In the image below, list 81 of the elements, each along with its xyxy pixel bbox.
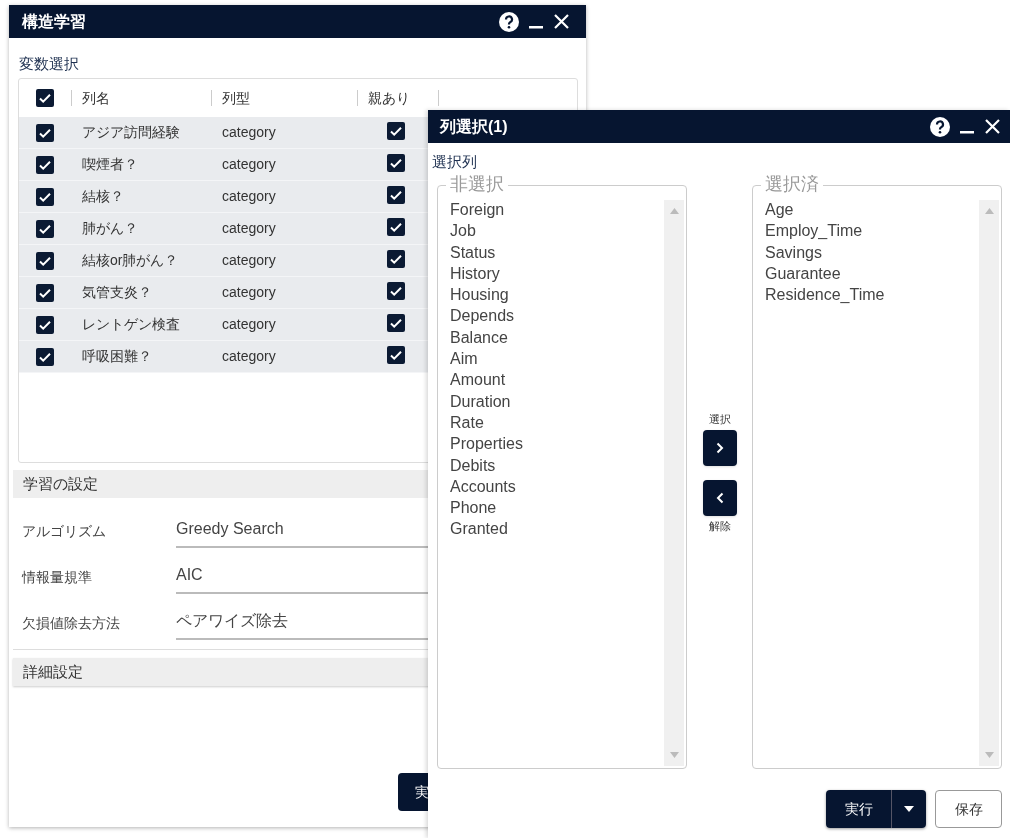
list-item[interactable]: Age [765,199,885,221]
checkbox[interactable] [36,251,54,270]
table-cell: category [222,348,276,364]
list-item[interactable]: Rate [450,411,523,434]
checkbox[interactable] [36,347,54,366]
checkbox[interactable] [36,283,54,302]
section-label: 変数選択 [19,54,79,74]
checkbox[interactable] [387,217,405,236]
table-cell: 結核？ [82,188,124,204]
table-cell: category [222,316,276,332]
run-button[interactable]: 実行 [826,790,891,828]
window-title: 列選択(1) [440,116,508,137]
list-item[interactable]: Residence_Time [765,284,885,306]
list-legend: 非選択 [446,174,508,194]
table-cell: 結核or肺がん？ [82,252,179,268]
checkbox[interactable] [36,123,54,142]
list-item[interactable]: Duration [450,390,523,412]
table-cell: レントゲン検査 [82,316,180,332]
table-cell: category [222,156,276,172]
list-legend: 選択済 [761,174,823,194]
checkbox[interactable] [36,155,54,174]
table-cell: アジア訪問経験 [82,124,180,140]
table-cell: category [222,252,276,268]
checkbox[interactable] [387,281,405,300]
checkbox[interactable] [36,89,54,107]
minimize-icon[interactable] [960,130,974,135]
table-cell: category [222,220,276,236]
list-item[interactable]: Amount [450,369,523,391]
table-cell: 呼吸困難？ [82,348,152,364]
caret-icon [904,806,914,812]
button-label: 解除 [709,518,731,534]
list-item[interactable]: Depends [450,305,523,327]
checkbox[interactable] [36,187,54,206]
minimize-icon[interactable] [529,25,543,30]
button-label: 選択 [709,412,731,427]
table-cell: category [222,284,276,300]
checkbox[interactable] [387,153,405,172]
section-label: 選択列 [432,152,477,172]
table-cell: 喫煙者？ [82,156,138,172]
field-label: 情報量規準 [22,568,93,587]
field-label: 欠損値除去方法 [22,614,121,633]
remove-button[interactable] [703,479,737,516]
checkbox[interactable] [387,345,405,364]
save-button[interactable]: 保存 [935,790,1002,828]
table-cell: 気管支炎？ [82,284,152,300]
checkbox[interactable] [387,313,405,332]
help-icon[interactable] [930,116,950,137]
add-button[interactable] [703,429,737,466]
column-header: 列名 [82,88,110,108]
list-item[interactable]: Housing [450,284,523,306]
checkbox[interactable] [387,121,405,140]
list-item[interactable]: Savings [765,241,885,263]
column-header: 列型 [222,88,250,108]
list-item[interactable]: Aim [450,348,523,370]
list-item[interactable]: History [450,262,523,285]
list-item[interactable]: Balance [450,326,523,349]
checkbox[interactable] [36,219,54,238]
table-cell: 肺がん？ [82,220,138,236]
check-icon [38,91,52,105]
list-item[interactable]: Foreign [450,199,523,221]
checkbox[interactable] [36,315,54,334]
checkbox[interactable] [387,249,405,268]
help-icon[interactable] [499,11,519,32]
list-item[interactable]: Granted [450,518,523,540]
list-item[interactable]: Status [450,241,523,263]
chevron-right-icon [716,441,724,454]
list-item[interactable]: Guarantee [765,262,885,285]
field-label: アルゴリズム [22,522,107,541]
list-item[interactable]: Properties [450,433,523,455]
window-title: 構造学習 [22,11,86,32]
column-header: 親あり [368,88,410,108]
chevron-left-icon [716,491,724,504]
close-icon[interactable] [984,118,1001,135]
table-cell: category [222,124,276,140]
table-cell: category [222,188,276,204]
list-item[interactable]: Job [450,220,523,242]
list-item[interactable]: Employ_Time [765,220,885,242]
checkbox[interactable] [387,185,405,204]
dropdown-button[interactable] [891,790,926,828]
close-icon[interactable] [553,13,570,30]
list-item[interactable]: Accounts [450,475,523,498]
